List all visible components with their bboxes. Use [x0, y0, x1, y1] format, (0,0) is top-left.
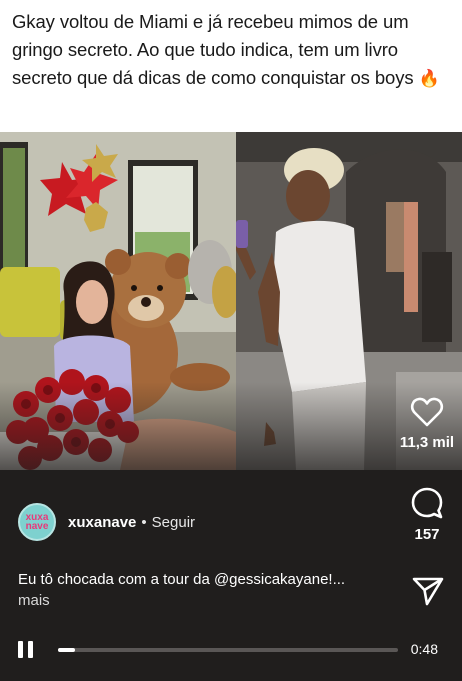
- caption-text: Gkay voltou de Miami e já recebeu mimos …: [12, 11, 414, 88]
- video-frame-left: [0, 132, 236, 470]
- like-count: 11,3 mil: [399, 434, 455, 451]
- heart-icon[interactable]: [410, 396, 444, 428]
- time-remaining: 0:48: [410, 641, 438, 657]
- fire-emoji: 🔥: [418, 69, 440, 88]
- video-player-controls: 0:48: [18, 637, 448, 663]
- follow-button[interactable]: Seguir: [152, 514, 195, 531]
- comment-action[interactable]: 157: [392, 486, 462, 543]
- progress-track[interactable]: [58, 648, 398, 652]
- account-row: xuxa nave xuxanave • Seguir: [18, 503, 195, 541]
- reel-post[interactable]: 11,3 mil 157 xuxa nave xuxanave • Seguir…: [0, 132, 462, 681]
- pause-icon[interactable]: [18, 641, 36, 659]
- description-text: Eu tô chocada com a tour da @gessicakaya…: [18, 571, 346, 588]
- username[interactable]: xuxanave: [68, 514, 136, 531]
- avatar[interactable]: xuxa nave: [18, 503, 56, 541]
- separator-dot: •: [141, 513, 147, 531]
- comment-count: 157: [414, 526, 440, 543]
- more-link[interactable]: mais: [18, 592, 50, 609]
- like-action[interactable]: 11,3 mil: [392, 396, 462, 451]
- share-icon[interactable]: [412, 576, 444, 606]
- comment-icon[interactable]: [410, 486, 444, 520]
- post-caption: Gkay voltou de Miami e já recebeu mimos …: [12, 8, 452, 93]
- post-description: Eu tô chocada com a tour da @gessicakaya…: [18, 569, 378, 611]
- progress-fill: [58, 648, 75, 652]
- avatar-text: xuxa nave: [25, 512, 49, 532]
- room-scene-illustration: [0, 132, 236, 470]
- share-action[interactable]: [400, 576, 456, 606]
